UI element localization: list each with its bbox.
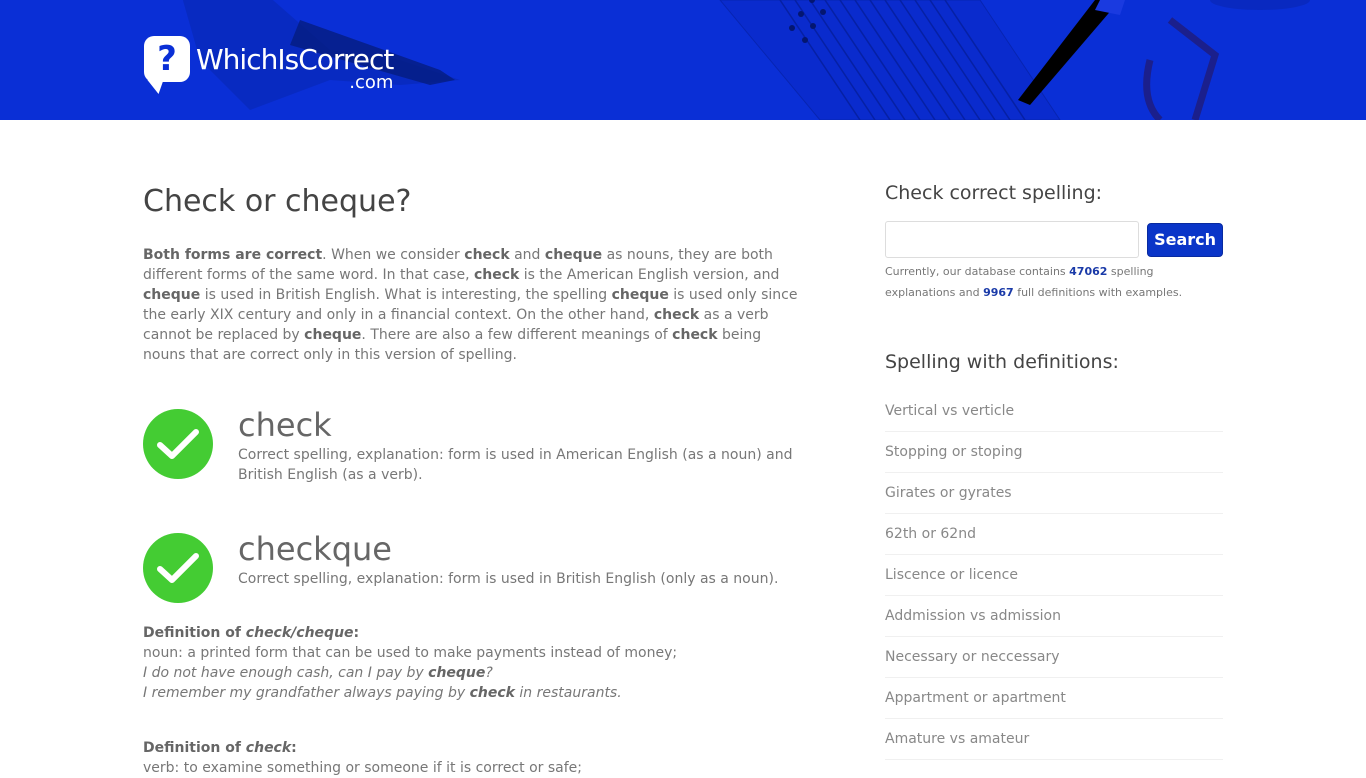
site-logo[interactable]: ? WhichIsCorrect .com (144, 36, 394, 93)
emphasized-term: check (653, 307, 700, 323)
definition-link[interactable]: Stopping or stoping (885, 444, 1022, 460)
sidebar: Check correct spelling: Search Currently… (885, 182, 1223, 760)
list-item: Necessary or neccessary (885, 637, 1223, 678)
question-bubble-icon: ? (144, 36, 190, 82)
definition-link[interactable]: Necessary or neccessary (885, 649, 1060, 665)
list-item: Stopping or stoping (885, 432, 1223, 473)
definition-meaning: verb: to examine something or someone if… (143, 760, 582, 776)
marker-pen-icon (1018, 0, 1125, 105)
list-item: 62th or 62nd (885, 514, 1223, 555)
definition-link[interactable]: Girates or gyrates (885, 485, 1012, 501)
definitions-link-list: Vertical vs verticle Stopping or stoping… (885, 391, 1223, 760)
logo-name: WhichIsCorrect (196, 43, 394, 76)
search-section-title: Check correct spelling: (885, 182, 1103, 204)
spelling-explanation: Correct spelling, explanation: form is u… (238, 571, 779, 587)
definition-link[interactable]: Liscence or licence (885, 567, 1018, 583)
emphasized-term: check (473, 267, 520, 283)
emphasized-term: Both forms are correct (143, 247, 323, 263)
list-item: Amature vs amateur (885, 719, 1223, 760)
definition-block: Definition of check/cheque: noun: a prin… (143, 623, 808, 703)
emphasized-term: cheque (143, 287, 201, 303)
intro-text: is used in British English. What is inte… (200, 287, 612, 303)
emphasized-term: cheque (544, 247, 603, 263)
definition-title: Definition of check/cheque: (143, 625, 360, 641)
database-info: Currently, our database contains 47062 s… (885, 265, 1183, 299)
spelling-explanation: Correct spelling, explanation: form is u… (238, 447, 793, 483)
page-title: Check or cheque? (143, 184, 412, 219)
logo-tld: .com (349, 72, 394, 93)
emphasized-term: check (464, 247, 510, 263)
glasses-icon (1143, 17, 1220, 120)
definition-example: I do not have enough cash, can I pay by … (143, 665, 493, 681)
definition-link[interactable]: Appartment or apartment (885, 690, 1066, 706)
definition-title: Definition of check: (143, 740, 297, 756)
definition-link[interactable]: Amature vs amateur (885, 731, 1029, 747)
intro-text: is the American English version, and (519, 267, 780, 283)
check-mark-icon (143, 409, 213, 479)
search-button[interactable]: Search (1147, 222, 1223, 257)
list-item: Liscence or licence (885, 555, 1223, 596)
site-header: ? WhichIsCorrect .com (0, 0, 1366, 120)
intro-text: and (509, 247, 545, 263)
intro-paragraph: Both forms are correct. When we consider… (143, 245, 808, 365)
spelling-word: check (238, 406, 332, 444)
search-input[interactable] (885, 221, 1140, 258)
definition-link[interactable]: Vertical vs verticle (885, 403, 1014, 419)
spelling-word: checkque (238, 530, 392, 568)
spelling-count: 47062 (1069, 265, 1108, 278)
list-item: Appartment or apartment (885, 678, 1223, 719)
definition-count: 9967 (983, 286, 1014, 299)
definition-link[interactable]: 62th or 62nd (885, 526, 976, 542)
definition-meaning: noun: a printed form that can be used to… (143, 645, 678, 661)
definition-link[interactable]: Addmission vs admission (885, 608, 1061, 624)
definition-block: Definition of check: verb: to examine so… (143, 738, 808, 778)
emphasized-term: cheque (611, 287, 669, 303)
main-content: Check or cheque? Both forms are correct.… (143, 184, 808, 778)
list-item: Addmission vs admission (885, 596, 1223, 637)
definition-example: I remember my grandfather always paying … (143, 685, 622, 701)
spelling-entry: checkque Correct spelling, explanation: … (143, 530, 808, 603)
intro-text: . There are also a few different meaning… (361, 327, 673, 343)
spelling-entry: check Correct spelling, explanation: for… (143, 406, 808, 485)
intro-text: . When we consider (322, 247, 465, 263)
check-mark-icon (143, 533, 213, 603)
notebook-icon (719, 0, 1061, 120)
definitions-section-title: Spelling with definitions: (885, 351, 1119, 373)
list-item: Vertical vs verticle (885, 391, 1223, 432)
search-form: Search (885, 221, 1223, 258)
list-item: Girates or gyrates (885, 473, 1223, 514)
emphasized-term: cheque (304, 327, 362, 343)
emphasized-term: check (672, 327, 718, 343)
